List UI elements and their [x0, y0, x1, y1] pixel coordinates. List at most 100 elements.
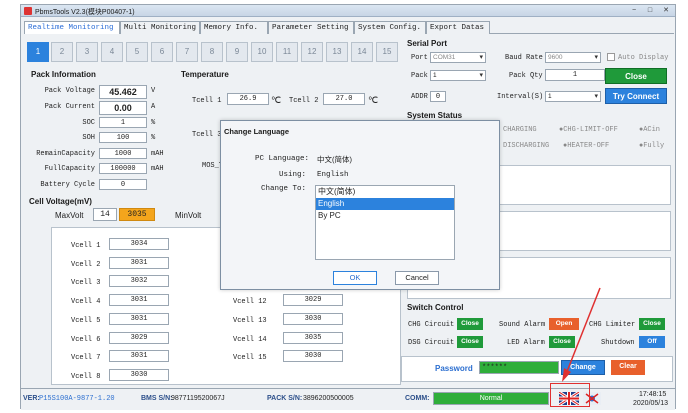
bms-sn-value: 9877119520067J: [171, 395, 225, 402]
pack-label: Pack: [411, 72, 428, 80]
cell-voltage-value: 3034: [109, 238, 169, 250]
pack-tab-10[interactable]: 10: [251, 42, 273, 62]
status-heater: ●HEATER-OFF: [563, 142, 610, 150]
tab-memory-info[interactable]: Memory Info.: [200, 21, 268, 34]
change-language-dialog: Change Language PC Language: 中文(简体) Usin…: [220, 120, 500, 290]
pack-tab-6[interactable]: 6: [151, 42, 173, 62]
interval-label: Interval(S): [497, 93, 544, 101]
maxvolt-value: 3035: [119, 208, 155, 221]
auto-display-checkbox[interactable]: [607, 53, 615, 61]
status-chg-limit: ●CHG-LIMIT-OFF: [559, 126, 618, 134]
port-select[interactable]: COM31: [430, 52, 486, 63]
temperature-title: Temperature: [181, 70, 229, 79]
shutdown-label: Shutdown: [601, 339, 635, 347]
pack-info-unit: mAH: [151, 165, 164, 173]
pack-info-unit: V: [151, 87, 156, 95]
dsg-circuit-button[interactable]: Close: [457, 336, 483, 348]
tab-realtime-monitoring[interactable]: Realtime Monitoring: [24, 21, 120, 34]
clock-date: 2020/05/13: [633, 400, 669, 407]
pack-sn-label: PACK S/N:: [267, 395, 303, 402]
maximize-button[interactable]: □: [643, 6, 657, 15]
pack-tab-13[interactable]: 13: [326, 42, 348, 62]
pack-info-unit: A: [151, 103, 156, 111]
main-tabs: Realtime Monitoring Multi Monitoring Mem…: [24, 21, 674, 34]
tcell2-unit: ℃: [368, 95, 379, 105]
tab-system-config[interactable]: System Config.: [354, 21, 426, 34]
cell-voltage-value: 3032: [109, 275, 169, 287]
title-bar: PbmsTools V2.3(模块P00407-1) − □ ✕: [21, 5, 675, 17]
chg-limiter-button[interactable]: Close: [639, 318, 665, 330]
pack-select[interactable]: 1: [430, 70, 486, 81]
cell-voltage-value: 3030: [283, 313, 343, 325]
pack-tab-3[interactable]: 3: [76, 42, 98, 62]
language-option-by-pc[interactable]: By PC: [316, 210, 454, 222]
pack-info-value: 0.00: [99, 101, 147, 115]
pack-tab-12[interactable]: 12: [301, 42, 323, 62]
cell-voltage-value: 3035: [283, 332, 343, 344]
baud-rate-select[interactable]: 9600: [545, 52, 601, 63]
status-discharging: DISCHARGING: [503, 142, 550, 150]
change-to-label: Change To:: [261, 185, 307, 193]
close-port-button[interactable]: Close: [605, 68, 667, 84]
switch-control-title: Switch Control: [407, 303, 464, 312]
try-connect-button[interactable]: Try Connect: [605, 88, 667, 104]
pack-tab-14[interactable]: 14: [351, 42, 373, 62]
using-label: Using:: [279, 171, 307, 179]
baud-rate-label: Baud Rate: [505, 54, 543, 62]
addr-input[interactable]: 0: [430, 91, 446, 102]
tab-parameter-setting[interactable]: Parameter Setting: [268, 21, 354, 34]
ok-button[interactable]: OK: [333, 271, 377, 285]
cell-voltage-label: Vcell 2: [71, 261, 101, 269]
shutdown-button[interactable]: Off: [639, 336, 665, 348]
password-input[interactable]: ******: [479, 361, 559, 374]
auto-display-label: Auto Display: [618, 54, 669, 62]
sound-alarm-label: Sound Alarm: [499, 321, 546, 329]
cell-voltage-value: 3030: [109, 369, 169, 381]
app-logo-icon: [24, 7, 32, 15]
language-listbox[interactable]: 中文(简体) English By PC: [315, 185, 455, 260]
cancel-button[interactable]: Cancel: [395, 271, 439, 285]
pack-tab-9[interactable]: 9: [226, 42, 248, 62]
pack-info-label: RemainCapacity: [36, 150, 95, 158]
led-alarm-label: LED Alarm: [507, 339, 545, 347]
clear-password-button[interactable]: Clear: [611, 360, 645, 375]
language-option-chinese[interactable]: 中文(简体): [316, 186, 454, 198]
pack-info-label: FullCapacity: [44, 165, 95, 173]
pack-info-unit: %: [151, 119, 156, 127]
pack-qty-input[interactable]: 1: [545, 69, 605, 81]
port-label: Port: [411, 54, 428, 62]
pack-tab-4[interactable]: 4: [101, 42, 123, 62]
pack-tab-1[interactable]: 1: [27, 42, 49, 62]
window-title: PbmsTools V2.3(模块P00407-1): [35, 9, 135, 16]
status-charging: CHARGING: [503, 126, 537, 134]
interval-select[interactable]: 1: [545, 91, 601, 102]
pack-tab-2[interactable]: 2: [51, 42, 73, 62]
pc-language-label: PC Language:: [255, 155, 310, 163]
cell-voltage-value: 3031: [109, 294, 169, 306]
pack-sn-value: 3896200500005: [303, 395, 354, 402]
pack-info-value: 0: [99, 179, 147, 190]
tab-multi-monitoring[interactable]: Multi Monitoring: [120, 21, 200, 34]
status-fully: ●Fully: [639, 142, 665, 150]
pack-tab-15[interactable]: 15: [376, 42, 398, 62]
language-option-english[interactable]: English: [316, 198, 454, 210]
pack-tab-7[interactable]: 7: [176, 42, 198, 62]
tcell3-label: Tcell 3: [192, 131, 222, 139]
cell-voltage-value: 3031: [109, 350, 169, 362]
pack-info-value: 1000: [99, 148, 147, 159]
chg-circuit-button[interactable]: Close: [457, 318, 483, 330]
pack-tab-5[interactable]: 5: [126, 42, 148, 62]
pack-tab-8[interactable]: 8: [201, 42, 223, 62]
comm-label: COMM:: [405, 395, 430, 402]
minimize-button[interactable]: −: [627, 6, 641, 15]
pack-info-value: 100: [99, 132, 147, 143]
close-window-button[interactable]: ✕: [659, 6, 673, 15]
tab-export-datas[interactable]: Export Datas: [426, 21, 490, 34]
pack-info-title: Pack Information: [31, 70, 96, 79]
password-label: Password: [435, 364, 473, 373]
pack-tab-11[interactable]: 11: [276, 42, 298, 62]
pack-qty-label: Pack Qty: [509, 72, 543, 80]
tcell1-value: 26.9: [227, 93, 269, 105]
tcell1-unit: ℃: [271, 95, 282, 105]
cell-voltage-value: 3031: [109, 257, 169, 269]
